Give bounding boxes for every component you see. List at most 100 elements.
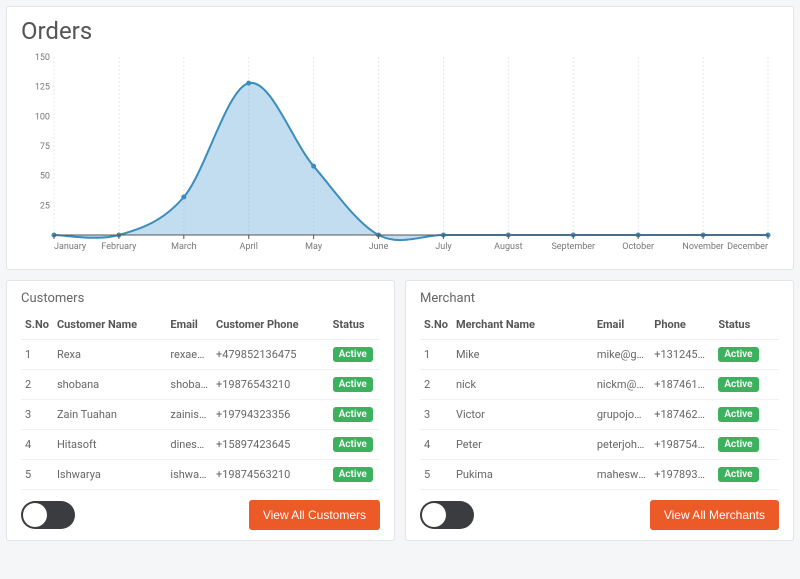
- cell-status: Active: [714, 430, 779, 460]
- table-row: 4Peterpeterjohn@gmail.com+19875461320Act…: [420, 430, 779, 460]
- cell-email: dineshkumar@hitasoft.com: [166, 430, 212, 460]
- col-email: Email: [593, 312, 650, 340]
- col-merchant-name: Merchant Name: [452, 312, 593, 340]
- svg-text:25: 25: [40, 201, 50, 211]
- col-sno: S.No: [420, 312, 452, 340]
- col-email: Email: [166, 312, 212, 340]
- status-badge: Active: [333, 407, 373, 422]
- cell-name: Victor: [452, 400, 593, 430]
- cell-sno: 5: [420, 460, 452, 490]
- cell-name: Mike: [452, 340, 593, 370]
- merchants-title: Merchant: [420, 291, 779, 306]
- cell-name: Pukima: [452, 460, 593, 490]
- table-row: 3Victorgrupojovima@gmail.com+18746258941…: [420, 400, 779, 430]
- cell-phone: +19874563210: [212, 460, 329, 490]
- chart-area: 25 50 75 100 125 150 January February March April…: [21, 49, 779, 259]
- cell-phone: +19876543210: [212, 370, 329, 400]
- customers-toggle[interactable]: [21, 501, 75, 529]
- cell-sno: 5: [21, 460, 53, 490]
- cell-name: Ishwarya: [53, 460, 166, 490]
- table-row: 2nicknickm@yahoo.com+18746132589Active: [420, 370, 779, 400]
- status-badge: Active: [718, 467, 758, 482]
- cell-email: nickm@yahoo.com: [593, 370, 650, 400]
- orders-chart-card: Orders 25 50 75 100 125 150 January February Mar…: [6, 6, 794, 270]
- cell-email: grupojovima@gmail.com: [593, 400, 650, 430]
- cell-name: Hitasoft: [53, 430, 166, 460]
- cell-name: Rexa: [53, 340, 166, 370]
- svg-text:50: 50: [40, 172, 50, 182]
- cell-sno: 4: [420, 430, 452, 460]
- cell-status: Active: [714, 370, 779, 400]
- cell-sno: 1: [420, 340, 452, 370]
- cell-status: Active: [329, 400, 380, 430]
- status-badge: Active: [333, 467, 373, 482]
- cell-phone: +18746132589: [650, 370, 714, 400]
- svg-text:100: 100: [35, 112, 50, 122]
- col-customer-phone: Customer Phone: [212, 312, 329, 340]
- table-row: 1Rexarexaeco@gmail.com+479852136475Activ…: [21, 340, 380, 370]
- cell-email: mike@gmail.com: [593, 340, 650, 370]
- cell-email: shobana@mailinator.com: [166, 370, 212, 400]
- svg-text:125: 125: [35, 83, 50, 93]
- svg-text:75: 75: [40, 142, 50, 152]
- view-all-merchants-button[interactable]: View All Merchants: [650, 500, 779, 530]
- svg-text:August: August: [494, 242, 522, 252]
- cell-email: ishwarya1@outlook.com: [166, 460, 212, 490]
- orders-area-chart: 25 50 75 100 125 150 January February March April…: [21, 49, 779, 259]
- svg-text:April: April: [240, 242, 258, 252]
- cell-sno: 3: [420, 400, 452, 430]
- status-badge: Active: [718, 407, 758, 422]
- cell-status: Active: [329, 340, 380, 370]
- svg-text:May: May: [305, 242, 323, 252]
- svg-text:December: December: [727, 242, 768, 252]
- status-badge: Active: [333, 437, 373, 452]
- customers-title: Customers: [21, 291, 380, 306]
- status-badge: Active: [718, 347, 758, 362]
- cell-phone: +19794323356: [212, 400, 329, 430]
- cell-phone: +15897423645: [212, 430, 329, 460]
- cell-sno: 2: [420, 370, 452, 400]
- cell-status: Active: [714, 340, 779, 370]
- cell-phone: +19875461320: [650, 430, 714, 460]
- customers-table: S.No Customer Name Email Customer Phone …: [21, 312, 380, 490]
- merchants-toggle[interactable]: [420, 501, 474, 529]
- table-row: 5Pukimamaheswaran@gmail.com+19789310461 A…: [420, 460, 779, 490]
- cell-status: Active: [329, 460, 380, 490]
- cell-status: Active: [714, 460, 779, 490]
- status-badge: Active: [333, 377, 373, 392]
- table-row: 1Mikemike@gmail.com+1312456785 Active: [420, 340, 779, 370]
- cell-phone: +19789310461: [650, 460, 714, 490]
- cell-status: Active: [329, 370, 380, 400]
- customers-panel: Customers S.No Customer Name Email Custo…: [6, 280, 395, 541]
- table-row: 3Zain Tuahanzainison7@yahoo.com.ph+19794…: [21, 400, 380, 430]
- svg-text:January: January: [54, 242, 87, 252]
- cell-email: maheswaran@gmail.com: [593, 460, 650, 490]
- cell-phone: +1312456785: [650, 340, 714, 370]
- svg-text:150: 150: [35, 53, 50, 63]
- chart-title: Orders: [21, 17, 779, 45]
- svg-text:September: September: [551, 242, 595, 252]
- status-badge: Active: [333, 347, 373, 362]
- merchants-panel: Merchant S.No Merchant Name Email Phone …: [405, 280, 794, 541]
- col-sno: S.No: [21, 312, 53, 340]
- col-status: Status: [329, 312, 380, 340]
- cell-phone: +18746258941: [650, 400, 714, 430]
- cell-sno: 2: [21, 370, 53, 400]
- merchants-table: S.No Merchant Name Email Phone Status 1M…: [420, 312, 779, 490]
- col-status: Status: [714, 312, 779, 340]
- cell-name: Zain Tuahan: [53, 400, 166, 430]
- cell-sno: 3: [21, 400, 53, 430]
- view-all-customers-button[interactable]: View All Customers: [249, 500, 380, 530]
- cell-email: peterjohn@gmail.com: [593, 430, 650, 460]
- table-row: 4Hitasoftdineshkumar@hitasoft.com+158974…: [21, 430, 380, 460]
- table-row: 2shobanashobana@mailinator.com+198765432…: [21, 370, 380, 400]
- svg-text:June: June: [369, 242, 389, 252]
- cell-name: nick: [452, 370, 593, 400]
- cell-email: rexaeco@gmail.com: [166, 340, 212, 370]
- cell-sno: 4: [21, 430, 53, 460]
- cell-status: Active: [714, 400, 779, 430]
- svg-text:March: March: [171, 242, 196, 252]
- table-row: 5Ishwaryaishwarya1@outlook.com+198745632…: [21, 460, 380, 490]
- svg-text:February: February: [101, 242, 137, 252]
- svg-text:July: July: [435, 242, 452, 252]
